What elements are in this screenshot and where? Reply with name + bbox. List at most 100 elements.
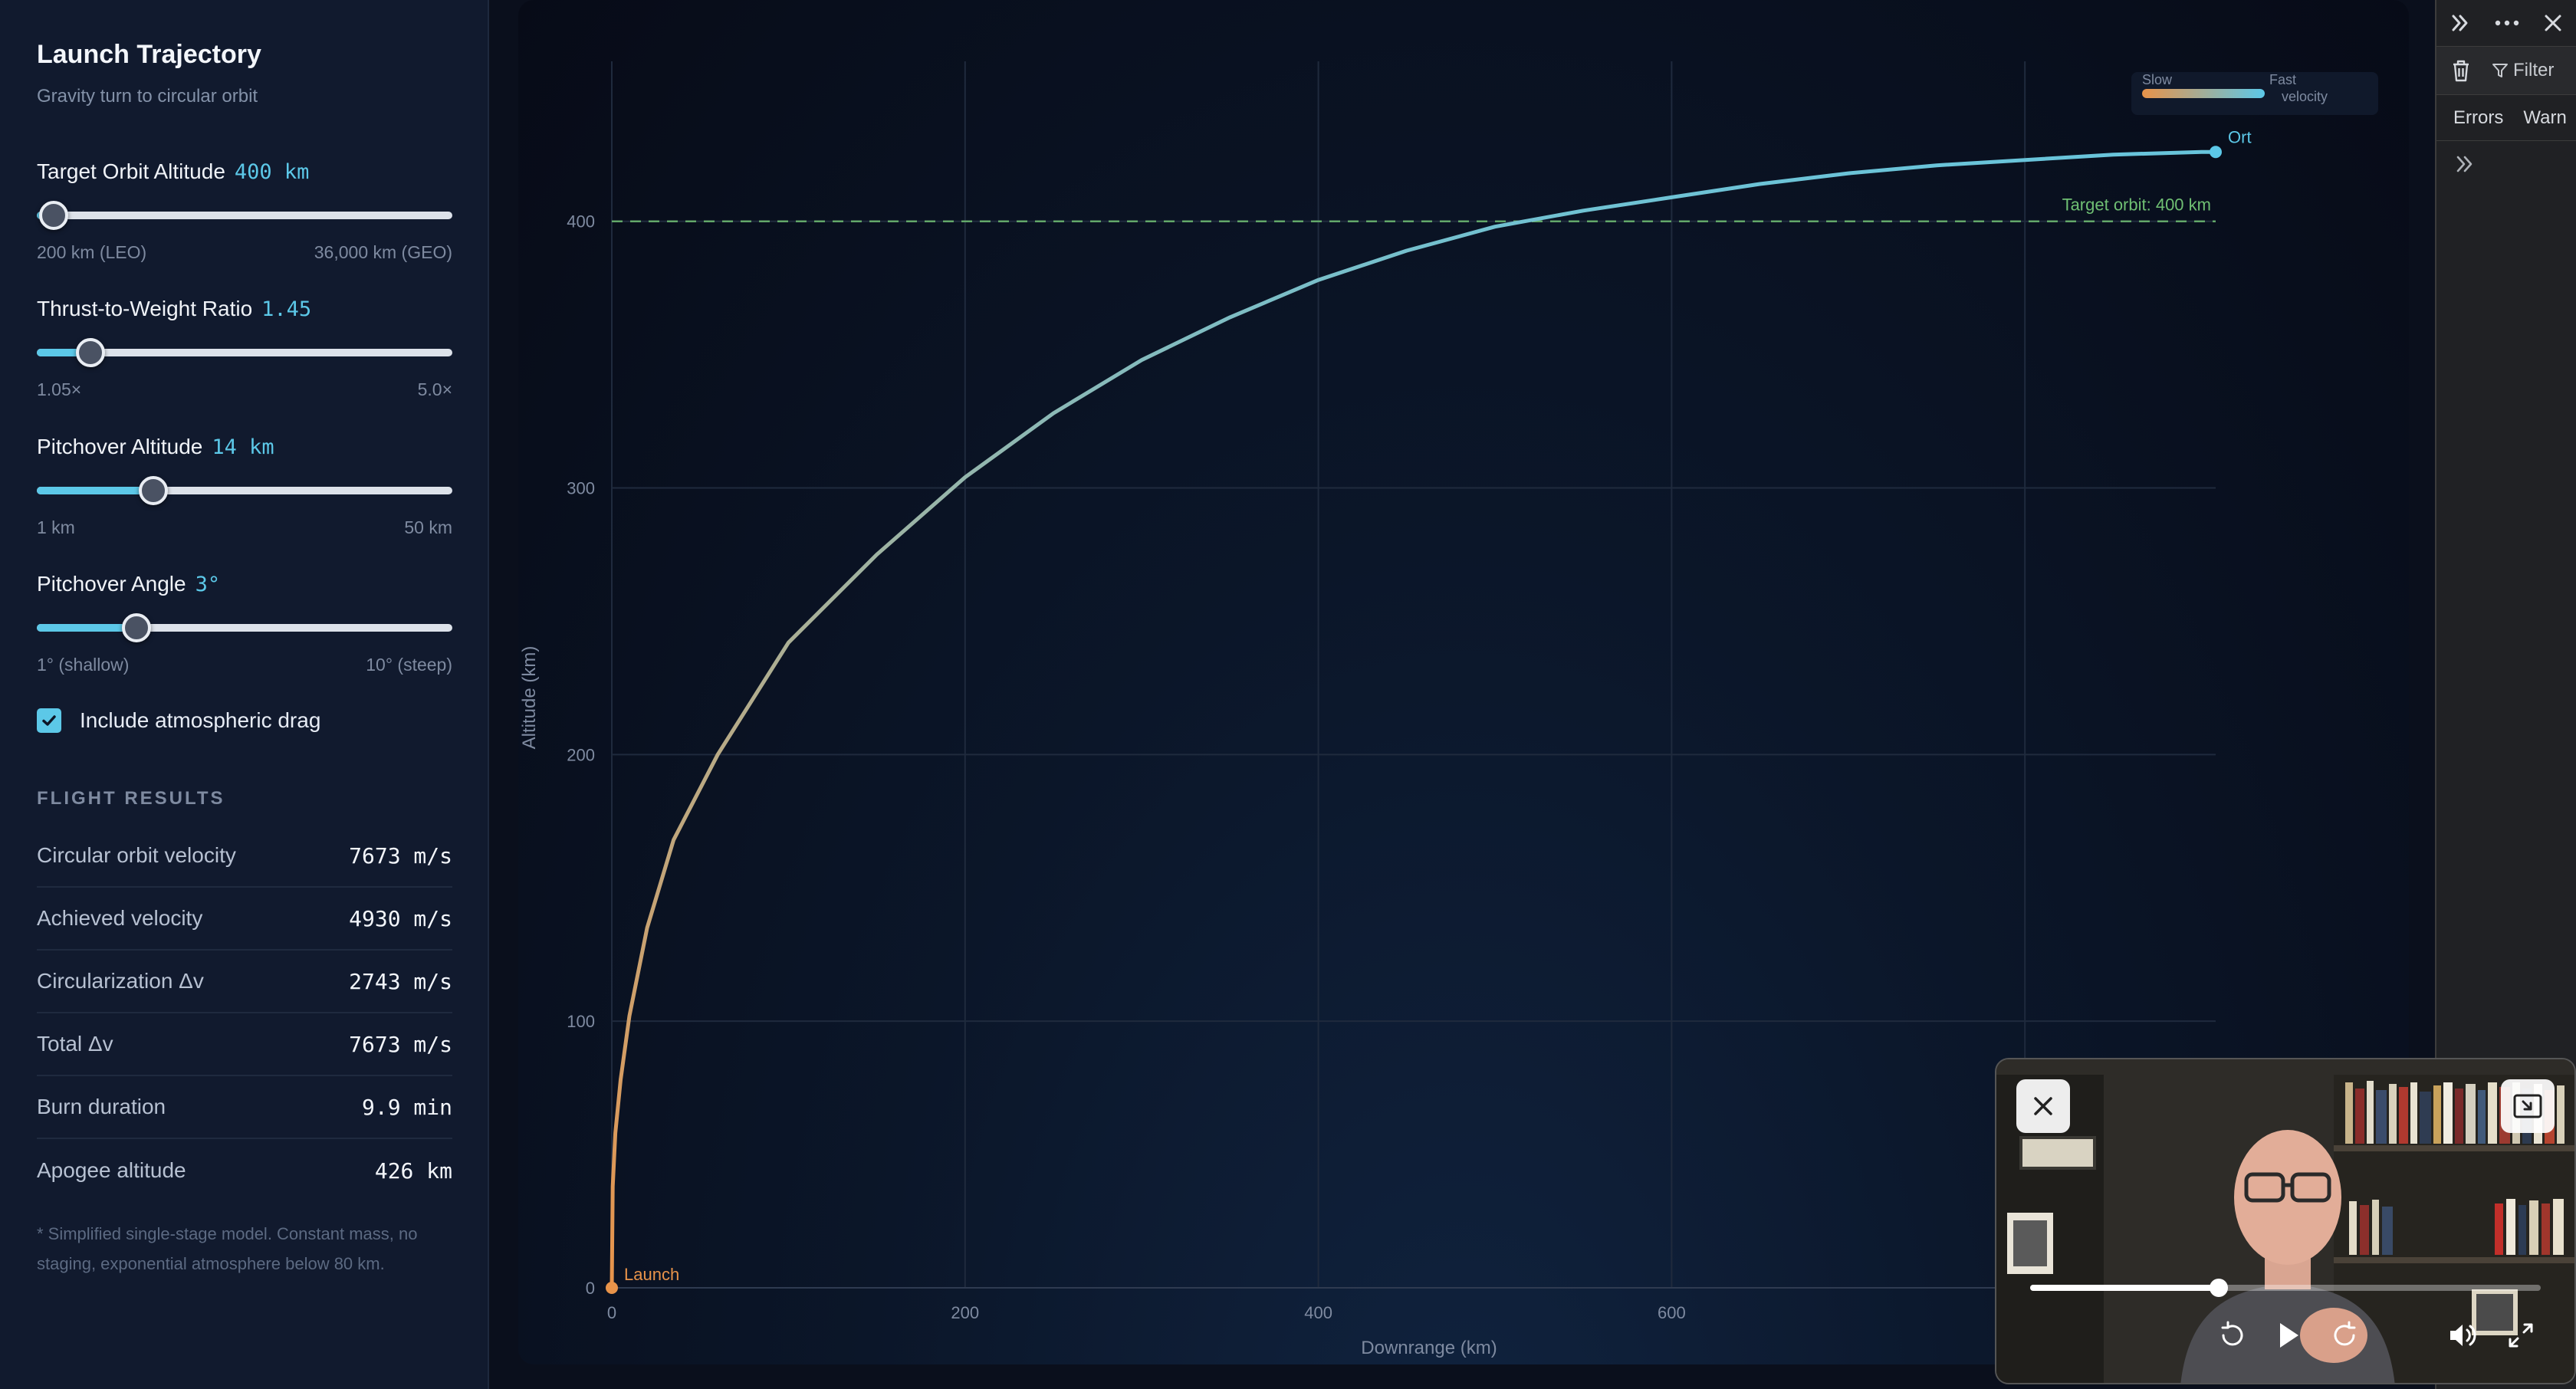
orbit-label: Ort xyxy=(2228,127,2252,146)
twr-slider[interactable] xyxy=(37,338,452,367)
volume-icon xyxy=(2450,1325,2476,1346)
result-value: 9.9 min xyxy=(361,1094,452,1120)
pitchover-angle-slider[interactable] xyxy=(37,613,452,642)
y-tick-label: 300 xyxy=(567,479,595,498)
tab-warnings[interactable]: Warn xyxy=(2523,107,2566,129)
close-devtools-icon[interactable] xyxy=(2542,12,2564,34)
video-progress-bar[interactable] xyxy=(2030,1279,2541,1297)
forward-icon xyxy=(2334,1321,2356,1346)
result-value: 7673 m/s xyxy=(349,842,452,869)
pitchover-altitude-control: Pitchover Altitude 14 km 1 km 50 km xyxy=(37,435,452,537)
slider-label: Thrust-to-Weight Ratio xyxy=(37,297,253,320)
target-altitude-control: Target Orbit Altitude 400 km 200 km (LEO)… xyxy=(37,159,452,262)
y-tick-label: 400 xyxy=(567,212,595,232)
play-button[interactable] xyxy=(2265,1312,2311,1358)
slider-label: Target Orbit Altitude xyxy=(37,159,225,183)
result-row: Achieved velocity 4930 m/s xyxy=(37,888,452,951)
slider-thumb[interactable] xyxy=(138,476,168,505)
legend-fast-label: Fast xyxy=(2269,72,2296,87)
drag-checkbox[interactable] xyxy=(37,708,61,733)
y-tick-label: 200 xyxy=(567,745,595,764)
x-tick-label: 200 xyxy=(951,1303,979,1322)
orbit-marker xyxy=(2210,146,2222,159)
result-row: Circularization Δv 2743 m/s xyxy=(37,951,452,1013)
picture-in-picture-icon xyxy=(2513,1094,2542,1118)
slider-min-label: 1 km xyxy=(37,517,75,537)
forward-button[interactable] xyxy=(2321,1312,2367,1358)
collapse-panel-icon[interactable] xyxy=(2449,11,2472,34)
result-label: Total Δv xyxy=(37,1032,113,1056)
result-row: Circular orbit velocity 7673 m/s xyxy=(37,825,452,888)
y-tick-label: 100 xyxy=(567,1012,595,1031)
filter-icon xyxy=(2492,64,2508,77)
target-altitude-slider[interactable] xyxy=(37,201,452,230)
slider-min-label: 1.05× xyxy=(37,379,82,399)
result-value: 426 km xyxy=(374,1158,452,1184)
twr-control: Thrust-to-Weight Ratio 1.45 1.05× 5.0× xyxy=(37,297,452,399)
more-options-icon[interactable] xyxy=(2493,11,2521,34)
console-filter[interactable]: Filter xyxy=(2492,60,2554,81)
play-icon xyxy=(2280,1323,2298,1348)
check-icon xyxy=(42,715,56,726)
video-pip-player[interactable] xyxy=(1995,1058,2576,1384)
video-progress-fill xyxy=(2030,1285,2220,1291)
app-subtitle: Gravity turn to circular orbit xyxy=(37,86,258,107)
legend-color-bar xyxy=(2142,89,2265,98)
return-to-tab-button[interactable] xyxy=(2501,1079,2555,1133)
y-tick-label: 0 xyxy=(586,1279,595,1298)
slider-label: Pitchover Angle xyxy=(37,572,186,596)
fullscreen-icon xyxy=(2509,1323,2533,1348)
result-label: Circularization Δv xyxy=(37,969,204,993)
close-video-button[interactable] xyxy=(2016,1079,2070,1133)
x-tick-label: 0 xyxy=(607,1303,616,1322)
result-label: Achieved velocity xyxy=(37,906,203,930)
result-label: Circular orbit velocity xyxy=(37,843,236,867)
slider-thumb[interactable] xyxy=(38,201,68,230)
target-orbit-label: Target orbit: 400 km xyxy=(2062,195,2211,215)
x-tick-label: 400 xyxy=(1304,1303,1332,1322)
volume-button[interactable] xyxy=(2440,1312,2486,1358)
slider-label: Pitchover Altitude xyxy=(37,435,203,458)
devtools-toolbar: Filter xyxy=(2436,46,2576,95)
x-tick-label: 600 xyxy=(1658,1303,1686,1322)
results-heading: FLIGHT RESULTS xyxy=(37,788,225,809)
slider-max-label: 10° (steep) xyxy=(366,655,452,675)
slider-value: 14 km xyxy=(212,435,274,459)
devtools-expand-row xyxy=(2436,141,2576,187)
result-row: Burn duration 9.9 min xyxy=(37,1076,452,1139)
slider-value: 1.45 xyxy=(261,297,312,321)
tab-errors[interactable]: Errors xyxy=(2453,107,2503,129)
expand-icon[interactable] xyxy=(2453,153,2476,176)
rewind-icon xyxy=(2221,1321,2243,1346)
rewind-button[interactable] xyxy=(2210,1312,2256,1358)
clear-console-icon[interactable] xyxy=(2450,58,2472,83)
drag-checkbox-label: Include atmospheric drag xyxy=(80,708,321,732)
slider-min-label: 1° (shallow) xyxy=(37,655,130,675)
slider-min-label: 200 km (LEO) xyxy=(37,242,147,262)
result-value: 7673 m/s xyxy=(349,1031,452,1057)
close-icon xyxy=(2034,1097,2052,1115)
launch-label: Launch xyxy=(624,1265,679,1284)
trajectory-line xyxy=(610,149,2218,1290)
y-axis-label: Altitude (km) xyxy=(519,646,540,750)
result-value: 4930 m/s xyxy=(349,905,452,931)
devtools-header xyxy=(2436,0,2576,46)
model-footnote: * Simplified single-stage model. Constan… xyxy=(37,1224,418,1273)
drag-toggle[interactable]: Include atmospheric drag xyxy=(37,708,320,733)
slider-value: 3° xyxy=(195,573,221,596)
slider-thumb[interactable] xyxy=(122,613,152,642)
legend-title: velocity xyxy=(2282,89,2328,104)
launch-marker xyxy=(606,1282,618,1294)
slider-fill xyxy=(37,487,153,494)
fullscreen-button[interactable] xyxy=(2498,1312,2544,1358)
results-list: Circular orbit velocity 7673 m/s Achieved… xyxy=(37,825,452,1202)
x-axis-label: Downrange (km) xyxy=(1361,1338,1497,1358)
slider-max-label: 50 km xyxy=(404,517,452,537)
slider-max-label: 5.0× xyxy=(417,379,452,399)
pitchover-altitude-slider[interactable] xyxy=(37,476,452,505)
result-row: Total Δv 7673 m/s xyxy=(37,1013,452,1076)
legend-slow-label: Slow xyxy=(2142,72,2173,87)
result-label: Apogee altitude xyxy=(37,1158,186,1182)
filter-label: Filter xyxy=(2513,60,2555,80)
slider-max-label: 36,000 km (GEO) xyxy=(314,242,452,262)
